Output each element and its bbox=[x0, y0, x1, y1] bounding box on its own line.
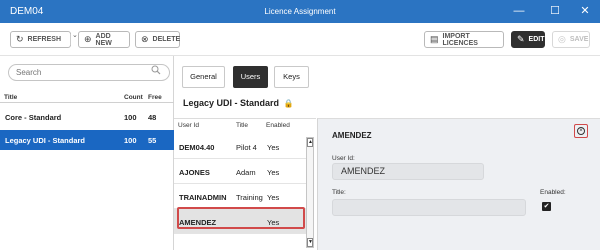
user-title-cell: Pilot 4 bbox=[236, 143, 257, 152]
column-enabled[interactable]: Enabled bbox=[266, 122, 290, 129]
refresh-icon: ↻ bbox=[16, 34, 24, 44]
user-row[interactable]: TRAINADMIN Training Yes bbox=[174, 184, 306, 209]
detail-heading: AMENDEZ bbox=[332, 131, 372, 140]
scroll-down-arrow-icon[interactable]: ▼ bbox=[307, 238, 313, 247]
licence-list-panel: Title Count Free Core - Standard 100 48 … bbox=[0, 56, 174, 250]
user-enabled-cell: Yes bbox=[267, 193, 280, 202]
refresh-dropdown-icon[interactable]: ⌄ bbox=[72, 31, 78, 39]
import-icon: ▤ bbox=[430, 34, 439, 44]
search-input[interactable] bbox=[8, 64, 170, 81]
title-field[interactable] bbox=[332, 199, 526, 216]
row-highlight-outline bbox=[177, 207, 305, 229]
panel-title-text: Legacy UDI - Standard bbox=[183, 98, 280, 108]
licence-free: 48 bbox=[148, 113, 157, 122]
enabled-label: Enabled: bbox=[540, 189, 566, 196]
tab-general[interactable]: General bbox=[182, 66, 225, 88]
licence-table-header: Title Count Free bbox=[0, 93, 174, 103]
search-icon bbox=[151, 65, 161, 78]
user-id-cell: AJONES bbox=[179, 168, 210, 177]
tab-users[interactable]: Users bbox=[233, 66, 268, 88]
maximize-button[interactable]: ☐ bbox=[545, 3, 565, 20]
licence-title: Core - Standard bbox=[5, 113, 62, 122]
licence-count: 100 bbox=[124, 113, 137, 122]
licence-count: 100 bbox=[124, 136, 137, 145]
add-new-label: ADD NEW bbox=[95, 32, 112, 47]
enabled-checkbox[interactable]: ✔ bbox=[542, 202, 551, 211]
save-icon: ◎ bbox=[558, 34, 566, 44]
refresh-label: REFRESH bbox=[27, 36, 61, 43]
check-icon: ✔ bbox=[543, 203, 550, 210]
add-new-button[interactable]: ⊕ ADD NEW bbox=[78, 31, 130, 48]
column-free[interactable]: Free bbox=[148, 94, 162, 101]
delete-button[interactable]: ⊗ DELETE bbox=[135, 31, 180, 48]
column-user-id[interactable]: User Id bbox=[178, 122, 199, 129]
user-title-cell: Training bbox=[236, 193, 263, 202]
tab-keys[interactable]: Keys bbox=[274, 66, 309, 88]
edit-button[interactable]: ✎ EDIT bbox=[511, 31, 545, 48]
title-bar: DEM04 Licence Assignment — ☐ ✕ bbox=[0, 0, 600, 23]
user-detail-panel: AMENDEZ × User Id: AMENDEZ Title: Enable… bbox=[317, 118, 600, 250]
column-title[interactable]: Title bbox=[4, 94, 17, 101]
split-divider bbox=[70, 34, 71, 45]
minimize-button[interactable]: — bbox=[509, 3, 529, 20]
panel-title: Legacy UDI - Standard 🔒 bbox=[183, 98, 294, 108]
edit-icon: ✎ bbox=[517, 34, 525, 44]
close-detail-button[interactable]: × bbox=[574, 124, 588, 138]
licence-title: Legacy UDI - Standard bbox=[5, 136, 86, 145]
delete-label: DELETE bbox=[152, 36, 181, 43]
users-table: User Id Title Enabled DEM04.40 Pilot 4 Y… bbox=[174, 118, 316, 250]
licence-row[interactable]: Core - Standard 100 48 bbox=[0, 107, 174, 127]
delete-icon: ⊗ bbox=[141, 34, 149, 44]
add-icon: ⊕ bbox=[84, 34, 92, 44]
save-label: SAVE bbox=[569, 36, 589, 43]
refresh-button[interactable]: ↻ REFRESH ⌄ bbox=[10, 31, 78, 48]
user-enabled-cell: Yes bbox=[267, 168, 280, 177]
import-licences-button[interactable]: ▤ IMPORT LICENCES bbox=[424, 31, 504, 48]
toolbar: ↻ REFRESH ⌄ ⊕ ADD NEW ⊗ DELETE ▤ IMPORT … bbox=[0, 23, 600, 56]
licence-free: 55 bbox=[148, 136, 157, 145]
close-circle-icon: × bbox=[577, 127, 585, 135]
user-enabled-cell: Yes bbox=[267, 143, 280, 152]
user-id-cell: TRAINADMIN bbox=[179, 193, 227, 202]
user-id-field[interactable]: AMENDEZ bbox=[332, 163, 484, 180]
lock-icon: 🔒 bbox=[283, 99, 294, 108]
licence-row-selected[interactable]: Legacy UDI - Standard 100 55 bbox=[0, 130, 174, 150]
user-title-cell: Adam bbox=[236, 168, 256, 177]
user-row[interactable]: DEM04.40 Pilot 4 Yes bbox=[174, 134, 306, 159]
column-count[interactable]: Count bbox=[124, 94, 143, 101]
user-row[interactable]: AJONES Adam Yes bbox=[174, 159, 306, 184]
users-scrollbar[interactable]: ▲ ▼ bbox=[306, 137, 314, 248]
user-id-label: User Id: bbox=[332, 155, 355, 162]
scroll-up-arrow-icon[interactable]: ▲ bbox=[307, 138, 313, 147]
import-licences-label: IMPORT LICENCES bbox=[442, 32, 478, 47]
user-id-cell: DEM04.40 bbox=[179, 143, 215, 152]
edit-label: EDIT bbox=[528, 36, 545, 43]
column-title[interactable]: Title bbox=[236, 122, 248, 129]
save-button[interactable]: ◎ SAVE bbox=[552, 31, 590, 48]
title-label: Title: bbox=[332, 189, 346, 196]
close-window-button[interactable]: ✕ bbox=[575, 3, 595, 20]
